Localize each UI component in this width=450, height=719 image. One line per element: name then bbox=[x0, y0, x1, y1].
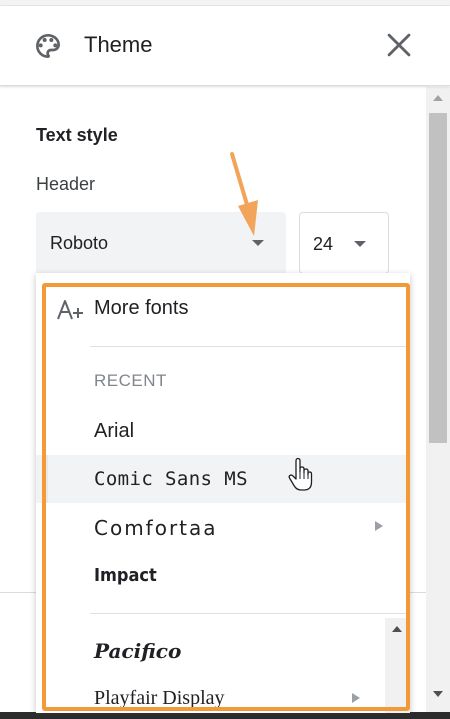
font-item-impact[interactable]: Impact bbox=[36, 551, 410, 599]
submenu-arrow-icon bbox=[375, 521, 383, 531]
recent-section-label: RECENT bbox=[94, 371, 167, 390]
more-fonts-item[interactable]: More fonts bbox=[36, 285, 410, 333]
submenu-arrow-icon bbox=[352, 693, 360, 703]
scroll-up-arrow-icon[interactable] bbox=[392, 626, 402, 632]
font-item-label: Impact bbox=[94, 565, 157, 586]
font-item-label: Arial bbox=[94, 420, 135, 442]
scroll-down-arrow-icon[interactable] bbox=[433, 691, 443, 697]
more-fonts-label: More fonts bbox=[94, 297, 189, 319]
hand-cursor-icon bbox=[288, 457, 313, 491]
font-item-comfortaa[interactable]: Comfortaa bbox=[36, 503, 410, 551]
font-size-select[interactable]: 24 bbox=[299, 212, 389, 274]
font-dropdown-menu: More fonts RECENT Arial Comic Sans MS Co… bbox=[36, 273, 410, 713]
annotation-arrow-icon bbox=[230, 152, 258, 236]
font-item-label: Pacifico bbox=[94, 639, 182, 663]
close-icon[interactable] bbox=[382, 28, 416, 62]
font-item-pacifico[interactable]: Pacifico bbox=[36, 627, 410, 675]
scroll-up-arrow-icon[interactable] bbox=[433, 95, 443, 101]
hover-indicator bbox=[44, 455, 48, 503]
menu-scrollbar[interactable] bbox=[385, 618, 410, 713]
window-bottom-strip bbox=[0, 712, 450, 719]
font-item-label: Playfair Display bbox=[94, 687, 225, 709]
font-size-value: 24 bbox=[313, 234, 334, 254]
chevron-down-icon bbox=[354, 241, 366, 247]
menu-divider bbox=[90, 346, 410, 347]
panel-scrollbar[interactable] bbox=[426, 87, 450, 712]
font-family-value: Roboto bbox=[50, 233, 109, 253]
font-item-playfair-display[interactable]: Playfair Display bbox=[36, 675, 410, 713]
font-item-comic-sans-ms[interactable]: Comic Sans MS bbox=[36, 455, 410, 503]
font-item-label: Comfortaa bbox=[94, 516, 218, 540]
palette-icon bbox=[36, 34, 60, 58]
font-item-label: Comic Sans MS bbox=[94, 468, 248, 490]
add-font-icon bbox=[57, 300, 83, 320]
text-style-heading: Text style bbox=[36, 125, 118, 145]
header-label: Header bbox=[36, 174, 96, 194]
panel-title: Theme bbox=[84, 32, 153, 57]
scroll-thumb[interactable] bbox=[429, 113, 447, 443]
font-item-arial[interactable]: Arial bbox=[36, 407, 410, 455]
panel-header: Theme bbox=[0, 6, 450, 86]
menu-divider bbox=[90, 613, 410, 614]
